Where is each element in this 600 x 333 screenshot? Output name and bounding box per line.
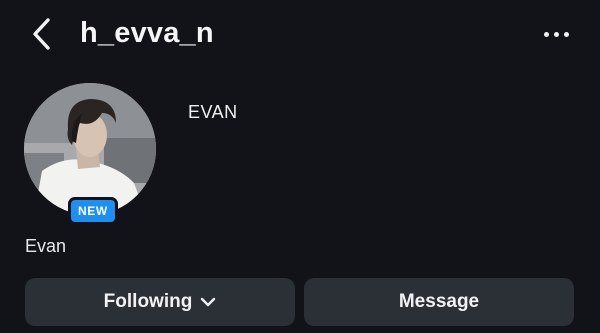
following-label: Following bbox=[103, 291, 193, 312]
avatar-container[interactable]: NEW bbox=[24, 83, 156, 225]
message-button[interactable]: Message bbox=[304, 278, 574, 326]
more-dot bbox=[563, 31, 569, 37]
profile-display-name: EVAN bbox=[188, 102, 238, 122]
new-badge: NEW bbox=[68, 197, 118, 225]
chevron-left-icon bbox=[31, 17, 53, 56]
profile-bio-name: Evan bbox=[25, 236, 67, 256]
more-horizontal-icon bbox=[543, 31, 549, 37]
following-button[interactable]: Following bbox=[25, 278, 295, 326]
profile-username: h_evva_n bbox=[80, 17, 214, 49]
avatar[interactable] bbox=[24, 83, 156, 215]
more-options-button[interactable] bbox=[536, 22, 576, 46]
chevron-down-icon bbox=[200, 297, 216, 307]
more-dot bbox=[553, 31, 559, 37]
profile-screen: h_evva_n NEW EVAN Evan Following Message bbox=[0, 0, 600, 333]
message-label: Message bbox=[398, 291, 480, 312]
back-button[interactable] bbox=[24, 16, 60, 56]
